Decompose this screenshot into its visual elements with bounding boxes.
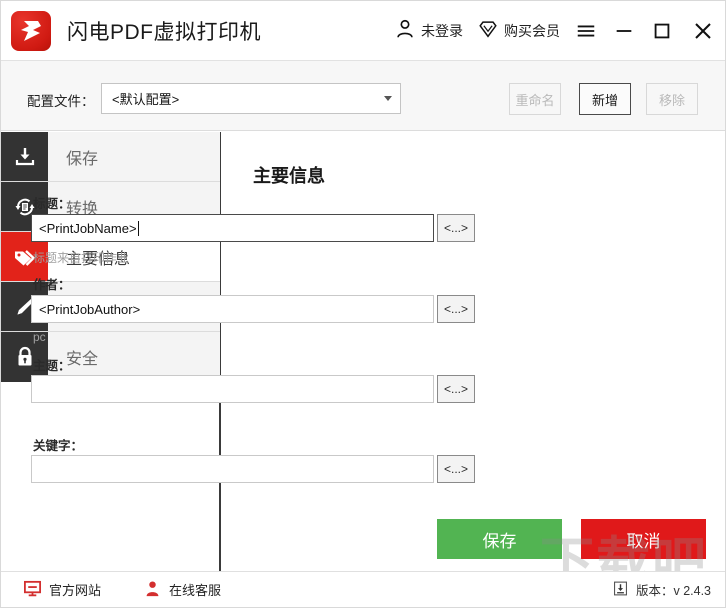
rename-profile-label: 重命名 (515, 92, 555, 108)
save-download-icon (1, 132, 48, 181)
profile-select[interactable]: <默认配置> (101, 83, 401, 114)
title-field-row: <PrintJobName> <...> (31, 214, 475, 242)
version-label: 版本：v 2.4.3 (635, 584, 711, 598)
author-browse-button[interactable]: <...> (437, 295, 475, 323)
buy-vip-label: 购买会员 (504, 22, 560, 39)
add-profile-label: 新增 (591, 92, 618, 108)
title-field-hint: 标题来自打印作业 (33, 251, 130, 265)
minimize-icon[interactable] (605, 1, 643, 60)
close-icon[interactable] (681, 1, 725, 60)
author-field-row: <PrintJobAuthor> <...> (31, 295, 475, 323)
add-profile-button[interactable]: 新增 (579, 83, 631, 115)
cancel-button[interactable]: 取消 (581, 519, 706, 559)
remove-profile-label: 移除 (658, 92, 685, 108)
diamond-icon (477, 18, 499, 43)
official-website-link[interactable]: 官方网站 (23, 579, 101, 601)
save-button-label: 保存 (482, 531, 517, 551)
monitor-icon (23, 579, 42, 601)
title-field-label: 标题： (33, 197, 71, 211)
cancel-button-label: 取消 (626, 531, 661, 551)
application-window: 闪电PDF虚拟打印机 未登录 购买会员 配置文件： <默认配置> 重命名 新增 … (0, 0, 726, 608)
online-support-link[interactable]: 在线客服 (143, 579, 221, 601)
main-content-panel: 主要信息 (220, 132, 725, 572)
subject-input[interactable] (31, 375, 434, 403)
title-browse-button[interactable]: <...> (437, 214, 475, 242)
subject-browse-label: <...> (443, 382, 469, 396)
lightning-bolt-logo-icon (11, 10, 51, 51)
author-input[interactable]: <PrintJobAuthor> (31, 295, 434, 323)
keywords-browse-label: <...> (443, 462, 469, 476)
save-button[interactable]: 保存 (437, 519, 562, 559)
subject-field-row: <...> (31, 375, 475, 403)
page-title: 主要信息 (253, 166, 325, 186)
user-icon (394, 18, 416, 43)
download-arrow-icon (612, 580, 629, 600)
account-button[interactable]: 未登录 (387, 1, 470, 60)
subject-field-label: 主题： (33, 359, 71, 373)
sidebar-item-save[interactable]: 保存 (1, 132, 220, 182)
window-controls: 未登录 购买会员 (387, 1, 725, 60)
maximize-icon[interactable] (643, 1, 681, 60)
title-bar: 闪电PDF虚拟打印机 未登录 购买会员 (1, 1, 725, 60)
app-logo (9, 9, 53, 53)
title-input[interactable]: <PrintJobName> (31, 214, 434, 242)
keywords-browse-button[interactable]: <...> (437, 455, 475, 483)
keywords-input[interactable] (31, 455, 434, 483)
author-field-hint: pc (33, 330, 46, 344)
hamburger-menu-icon[interactable] (567, 1, 605, 60)
app-title: 闪电PDF虚拟打印机 (67, 20, 261, 44)
buy-vip-button[interactable]: 购买会员 (470, 1, 567, 60)
author-input-value: <PrintJobAuthor> (39, 301, 141, 317)
rename-profile-button[interactable]: 重命名 (509, 83, 561, 115)
footer-bar: 官方网站 在线客服 版本：v 2.4.3 (1, 571, 725, 607)
online-support-label: 在线客服 (169, 583, 222, 598)
keywords-field-label: 关键字： (33, 439, 84, 453)
author-browse-label: <...> (443, 302, 469, 316)
sidebar-item-label: 保存 (66, 150, 99, 168)
customer-service-person-icon (143, 579, 162, 601)
profile-label: 配置文件： (27, 94, 95, 109)
chevron-down-icon (384, 96, 392, 101)
author-field-label: 作者： (33, 278, 71, 292)
official-website-label: 官方网站 (49, 583, 102, 598)
subject-browse-button[interactable]: <...> (437, 375, 475, 403)
profile-select-value: <默认配置> (112, 92, 180, 107)
remove-profile-button[interactable]: 移除 (646, 83, 698, 115)
title-browse-label: <...> (443, 221, 469, 235)
title-input-value: <PrintJobName> (39, 220, 137, 236)
keywords-field-row: <...> (31, 455, 475, 483)
text-cursor (137, 220, 139, 236)
account-label: 未登录 (421, 22, 463, 39)
version-info: 版本：v 2.4.3 (612, 580, 711, 600)
